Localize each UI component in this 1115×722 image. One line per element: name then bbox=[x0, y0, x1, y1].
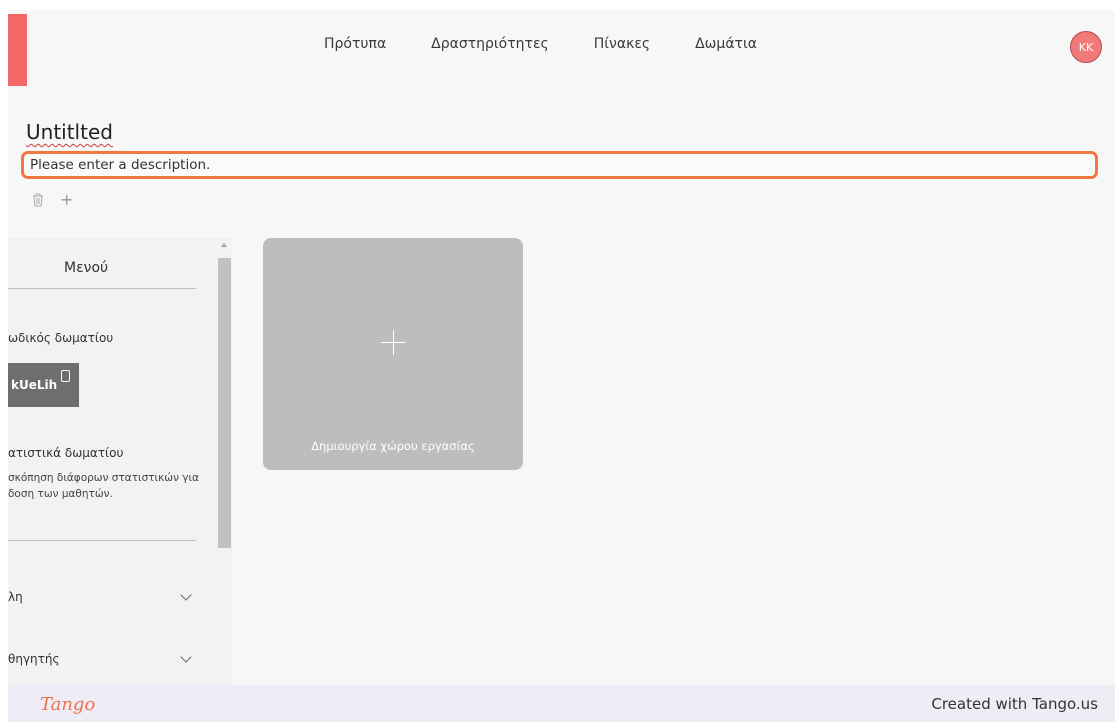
tango-logo: Tango bbox=[40, 694, 96, 715]
footer: Tango Created with Tango.us bbox=[8, 685, 1115, 722]
room-stats-description: σκόπηση διάφορων στατιστικών για δοση τω… bbox=[8, 472, 199, 500]
trash-icon[interactable] bbox=[32, 193, 44, 207]
chevron-down-icon[interactable] bbox=[180, 589, 192, 601]
sidebar-scrollbar[interactable] bbox=[217, 238, 232, 685]
menu-title: Μενού bbox=[64, 260, 109, 276]
scrollbar-thumb[interactable] bbox=[218, 258, 231, 548]
plus-icon bbox=[381, 330, 406, 355]
accordion-item[interactable]: λη bbox=[8, 589, 196, 604]
chevron-down-icon[interactable] bbox=[180, 651, 192, 663]
nav-templates[interactable]: Πρότυπα bbox=[324, 36, 386, 52]
scroll-up-icon[interactable] bbox=[221, 243, 227, 247]
nav-activities[interactable]: Δραστηριότητες bbox=[431, 36, 549, 52]
nav-boards[interactable]: Πίνακες bbox=[594, 36, 650, 52]
avatar[interactable]: KK bbox=[1070, 31, 1102, 63]
title-tools: + bbox=[32, 190, 73, 209]
description-input[interactable] bbox=[24, 154, 1095, 176]
description-field-wrapper bbox=[21, 151, 1098, 179]
accordion-label: θηγητής bbox=[8, 652, 60, 666]
clipboard-icon[interactable] bbox=[61, 370, 70, 382]
logo[interactable] bbox=[8, 14, 27, 86]
create-workspace-card[interactable]: Δημιουργία χώρου εργασίας bbox=[263, 238, 523, 470]
accordion-label: λη bbox=[8, 590, 23, 604]
card-label: Δημιουργία χώρου εργασίας bbox=[311, 439, 475, 453]
page-title[interactable]: Untitlted bbox=[26, 120, 113, 144]
room-code-label: ωδικός δωματίου bbox=[8, 331, 114, 345]
room-code-box: kUeLih bbox=[8, 363, 79, 407]
created-with-text: Created with Tango.us bbox=[931, 695, 1098, 713]
divider bbox=[8, 288, 196, 289]
room-sidebar: Μενού ωδικός δωματίου kUeLih ατιστικά δω… bbox=[8, 238, 232, 685]
room-code-value: kUeLih bbox=[11, 378, 58, 392]
add-icon[interactable]: + bbox=[60, 190, 73, 209]
accordion-item[interactable]: θηγητής bbox=[8, 651, 196, 666]
divider bbox=[8, 540, 196, 541]
room-stats-title: ατιστικά δωματίου bbox=[8, 446, 124, 460]
nav-rooms[interactable]: Δωμάτια bbox=[695, 36, 757, 52]
top-nav: Πρότυπα Δραστηριότητες Πίνακες Δωμάτια bbox=[324, 36, 802, 52]
app-frame: Πρότυπα Δραστηριότητες Πίνακες Δωμάτια K… bbox=[8, 10, 1115, 685]
